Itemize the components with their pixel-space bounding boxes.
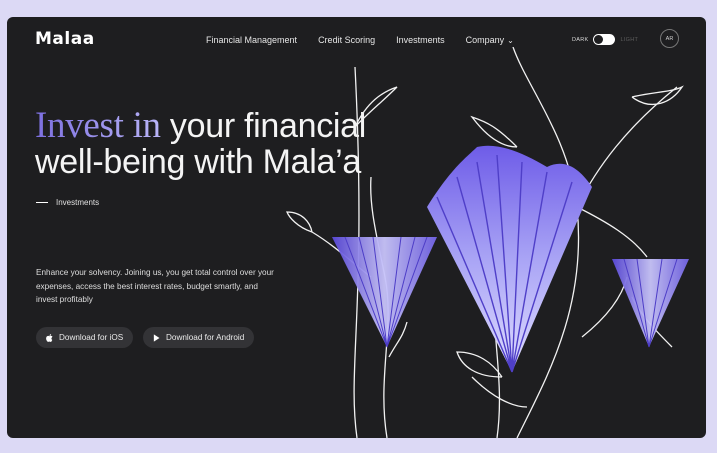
section-tag: Investments [36,198,99,207]
nav-item-investments[interactable]: Investments [396,35,445,45]
tag-label: Investments [56,198,100,207]
nav-item-company-label: Company [465,35,505,45]
nav-item-credit-scoring[interactable]: Credit Scoring [318,35,375,45]
main-nav: Financial Management Credit Scoring Inve… [206,35,535,45]
download-android-button[interactable]: Download for Android [143,327,255,348]
flower-left [332,236,437,348]
flower-illustration [286,47,689,438]
flower-right [612,258,689,348]
user-avatar[interactable]: AR [660,29,679,48]
nav-item-company[interactable]: Company ⌄ [466,35,514,45]
theme-light-label: LIGHT [620,36,639,43]
tag-dash [36,201,48,204]
toggle-knob [594,35,604,44]
chevron-down-icon: ⌄ [507,36,514,45]
app-window: Malaa Financial Management Credit Scorin… [7,17,706,438]
download-android-label: Download for Android [166,333,245,342]
download-ios-button[interactable]: Download for iOS [36,327,134,348]
download-ios-label: Download for iOS [59,333,124,342]
theme-dark-label: DARK [572,36,589,43]
apple-icon [46,333,53,342]
play-icon [153,333,160,342]
nav-item-financial-management[interactable]: Financial Management [206,35,297,45]
hero-description: Enhance your solvency. Joining us, you g… [36,268,274,304]
flower-center [427,145,592,373]
theme-switcher: DARK LIGHT [572,34,638,45]
theme-toggle[interactable] [593,34,616,45]
brand-logo[interactable]: Malaa [35,29,95,49]
hero-title-accent: Invest in [35,105,161,146]
